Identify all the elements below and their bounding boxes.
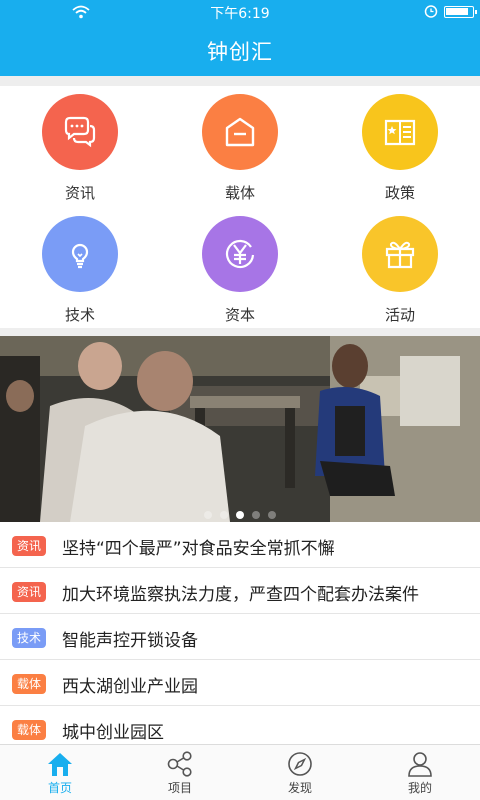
carousel-indicator[interactable]	[0, 504, 480, 519]
news-title: 智能声控开锁设备	[62, 631, 198, 651]
status-time: 下午6:19	[210, 6, 270, 22]
divider	[0, 328, 480, 336]
news-title: 坚持“四个最严”对食品安全常抓不懈	[62, 539, 335, 559]
category-tag: 资讯	[12, 582, 47, 602]
category-grid: 资讯 载体 政策 技术 资本 活动	[0, 86, 480, 328]
carousel-dot[interactable]	[252, 511, 260, 519]
carousel-dot-active[interactable]	[236, 511, 244, 519]
category-tech[interactable]: 技术	[0, 216, 160, 336]
alarm-icon	[424, 5, 438, 18]
divider	[0, 76, 480, 86]
building-icon	[202, 94, 278, 170]
user-icon	[408, 752, 432, 777]
category-news[interactable]: 资讯	[0, 94, 160, 214]
banner-photo	[0, 336, 480, 522]
tab-home[interactable]: 首页	[0, 745, 120, 800]
news-title: 西太湖创业产业园	[62, 677, 198, 697]
app-title: 钟创汇	[207, 40, 273, 64]
category-carrier[interactable]: 载体	[160, 94, 320, 214]
news-title: 加大环境监察执法力度，严查四个配套办法案件	[62, 585, 419, 605]
compass-icon	[288, 752, 312, 776]
category-events[interactable]: 活动	[320, 216, 480, 336]
yuan-icon	[202, 216, 278, 292]
news-list: 资讯 坚持“四个最严”对食品安全常抓不懈 资讯 加大环境监察执法力度，严查四个配…	[0, 522, 480, 746]
tab-label: 项目	[167, 781, 192, 795]
tab-label: 发现	[287, 781, 312, 795]
chat-bubbles-icon	[42, 94, 118, 170]
bottom-tab-bar: 首页 项目 发现 我的	[0, 744, 480, 800]
lightbulb-icon	[42, 216, 118, 292]
list-item[interactable]: 资讯 坚持“四个最严”对食品安全常抓不懈	[0, 522, 480, 568]
list-item[interactable]: 载体 西太湖创业产业园	[0, 660, 480, 706]
carousel-dot[interactable]	[268, 511, 276, 519]
category-label: 载体	[224, 184, 255, 202]
category-tag: 资讯	[12, 536, 47, 556]
list-item[interactable]: 载体 城中创业园区	[0, 706, 480, 746]
list-item[interactable]: 技术 智能声控开锁设备	[0, 614, 480, 660]
policy-book-icon	[362, 94, 438, 170]
list-item[interactable]: 资讯 加大环境监察执法力度，严查四个配套办法案件	[0, 568, 480, 614]
tab-label: 我的	[407, 781, 432, 795]
category-label: 资讯	[64, 184, 95, 202]
carousel-dot[interactable]	[220, 511, 228, 519]
top-header: 下午6:19 钟创汇	[0, 0, 480, 76]
banner-carousel[interactable]	[0, 336, 480, 522]
gift-icon	[362, 216, 438, 292]
category-tag: 技术	[12, 628, 47, 648]
category-label: 资本	[224, 306, 255, 324]
home-icon	[48, 753, 72, 776]
tab-discover[interactable]: 发现	[240, 745, 360, 800]
news-title: 城中创业园区	[62, 723, 164, 743]
share-nodes-icon	[167, 751, 192, 777]
app-screen: 下午6:19 钟创汇 资讯 载体 政策 技术 资本 活动 资讯 坚持“四个最严”…	[0, 0, 480, 800]
status-bar: 下午6:19	[0, 0, 480, 24]
category-label: 政策	[384, 184, 415, 202]
tab-profile[interactable]: 我的	[360, 745, 480, 800]
battery-icon	[444, 6, 477, 18]
category-tag: 载体	[12, 720, 47, 740]
carousel-dot[interactable]	[204, 511, 212, 519]
category-label: 技术	[64, 306, 95, 324]
tab-label: 首页	[47, 781, 72, 795]
category-tag: 载体	[12, 674, 47, 694]
category-capital[interactable]: 资本	[160, 216, 320, 336]
category-policy[interactable]: 政策	[320, 94, 480, 214]
tab-projects[interactable]: 项目	[120, 745, 240, 800]
category-label: 活动	[384, 306, 415, 324]
